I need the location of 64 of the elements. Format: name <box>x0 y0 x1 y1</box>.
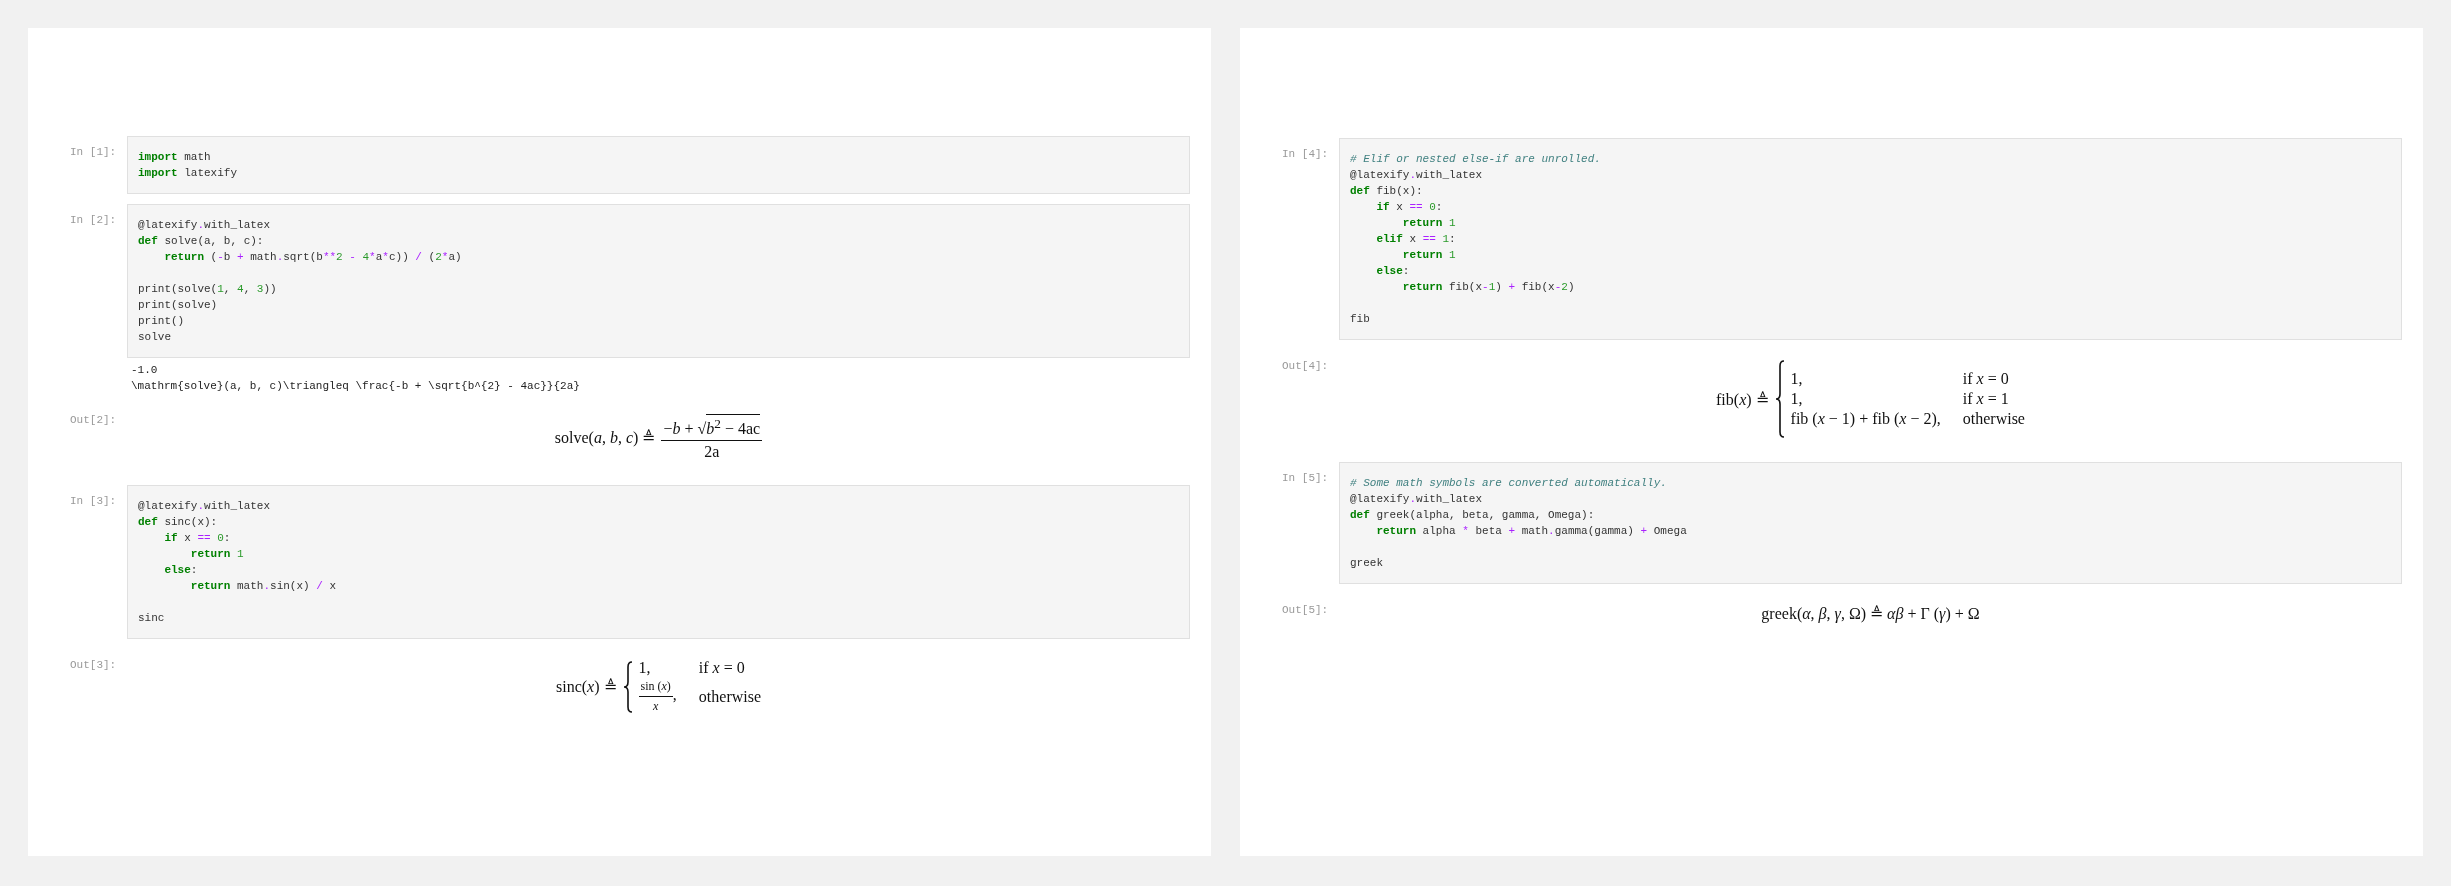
code-line: import latexify <box>138 166 238 181</box>
case-value: sin (x) x , <box>638 679 677 715</box>
code-line: elif x == 1: <box>1375 232 1456 247</box>
code-line: @latexify.with_latex <box>1350 168 1483 183</box>
case-value: 1, <box>1790 390 1804 408</box>
output-line: -1.0 <box>131 363 158 378</box>
code-cell[interactable]: # Some math symbols are converted automatically. @latexify.with_latex def greek(alpha, beta, gamma, Omega): return alpha * beta + math.gamma(gamma) + Omega greek <box>1339 462 2402 584</box>
code-line: def solve(a, b, c): <box>138 234 264 249</box>
case-condition: otherwise <box>1962 410 2025 428</box>
code-line: solve <box>138 330 171 345</box>
formula-lhs: sinc(x) ≜ <box>555 677 617 697</box>
case-value: fib (x − 1) + fib (x − 2), <box>1790 410 1941 428</box>
code-line: if x == 0: <box>1375 200 1443 215</box>
code-line: return fib(x-1) + fib(x-2) <box>1401 280 1575 295</box>
formula-lhs: solve(a, b, c) ≜ <box>554 428 656 448</box>
prompt-label: In [4]: <box>1282 147 1330 160</box>
code-line: return 1 <box>1401 248 1456 263</box>
prompt-label: Out[3]: <box>70 658 118 672</box>
math-fraction: −b + √b$^{2}$ − 4ac 2a <box>661 414 763 462</box>
code-line: import math <box>138 150 211 165</box>
code-line: if x == 0: <box>163 531 231 547</box>
code-cell[interactable]: import math import latexify <box>127 136 1190 194</box>
code-line: @latexify.with_latex <box>138 499 271 515</box>
code-line: return 1 <box>1401 216 1456 231</box>
output-line: \mathrm{solve}(a, b, c)\triangleq \frac{-b + \sqrt{b^{2} - 4ac}}{2a} <box>131 379 580 394</box>
brace-icon <box>622 660 633 713</box>
code-line: return 1 <box>189 547 244 563</box>
code-line: def fib(x): <box>1350 184 1423 199</box>
code-line: return math.sin(x) / x <box>189 579 337 595</box>
code-cell[interactable]: # Elif or nested else-if are unrolled. @latexify.with_latex def fib(x): if x == 0: return 1 elif x == 1: return 1 else: return fib(x-1) + fib(x-2) fib <box>1339 138 2402 340</box>
brace-icon <box>1774 360 1785 438</box>
formula-lhs: fib(x) ≜ <box>1716 389 1769 409</box>
prompt-label: In [3]: <box>70 494 118 508</box>
case-value: 1, <box>638 659 652 678</box>
code-line: # Some math symbols are converted automatically. <box>1350 476 1667 491</box>
code-line: fib <box>1350 312 1370 327</box>
code-line: return (-b + math.sqrt(b**2 - 4*a*c)) / (2*a) <box>163 250 462 265</box>
math-formula: greek(α, β, γ, Ω) ≜ αβ + Γ (γ) + Ω <box>1761 604 1980 623</box>
prompt-label: In [1]: <box>70 145 118 158</box>
code-line: else: <box>163 563 198 579</box>
prompt-label: Out[2]: <box>70 413 118 426</box>
prompt-label: Out[5]: <box>1282 603 1330 616</box>
case-condition: if x = 0 <box>698 659 746 678</box>
code-line: @latexify.with_latex <box>138 218 271 233</box>
code-line: def greek(alpha, beta, gamma, Omega): <box>1350 508 1595 523</box>
code-line: sinc <box>138 611 165 627</box>
code-line: def sinc(x): <box>138 515 218 531</box>
code-line: # Elif or nested else-if are unrolled. <box>1350 152 1601 167</box>
prompt-label: In [5]: <box>1282 471 1330 484</box>
prompt-label: In [2]: <box>70 213 118 226</box>
code-line: greek <box>1350 556 1383 571</box>
code-cell[interactable]: @latexify.with_latex def solve(a, b, c): return (-b + math.sqrt(b**2 - 4*a*c)) / (2*a) print(solve(1, 4, 3)) print(solve) print() solve <box>127 204 1190 358</box>
code-line: print() <box>138 314 185 329</box>
code-line: return alpha * beta + math.gamma(gamma) + Omega <box>1375 524 1687 539</box>
code-line: print(solve(1, 4, 3)) <box>138 282 277 297</box>
code-line: print(solve) <box>138 298 218 313</box>
case-condition: otherwise <box>698 687 762 706</box>
code-cell[interactable]: @latexify.with_latex def sinc(x): if x == 0: return 1 else: return math.sin(x) / x sinc <box>127 485 1190 640</box>
code-line: @latexify.with_latex <box>1350 492 1483 507</box>
prompt-label: Out[4]: <box>1282 359 1330 372</box>
case-condition: if x = 0 <box>1962 370 2010 388</box>
case-condition: if x = 1 <box>1962 390 2010 408</box>
case-value: 1, <box>1790 370 1804 388</box>
code-line: else: <box>1375 264 1410 279</box>
